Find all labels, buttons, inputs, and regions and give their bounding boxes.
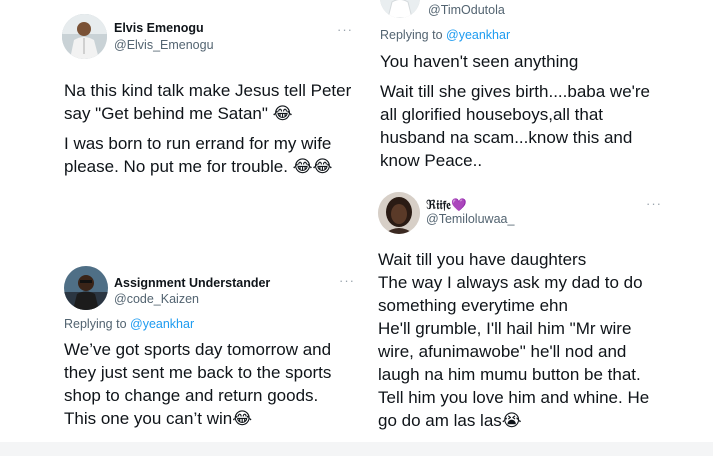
display-name[interactable]: ℜ𝔦𝔦𝔣𝔢💜 (426, 197, 467, 213)
avatar-photo-icon (62, 14, 107, 59)
replying-to: Replying to @yeankhar (64, 317, 194, 331)
more-options-icon[interactable]: ··· (337, 22, 353, 37)
display-name[interactable]: Assignment Understander (114, 276, 270, 290)
tweet-line: wire, afunimawobe" he'll nod and (378, 342, 627, 361)
tweet-text: We’ve got sports day tomorrow and they j… (64, 338, 354, 430)
tweet-line: Wait till you have daughters (378, 250, 587, 269)
tweet-line: He'll grumble, I'll hail him "Mr wire (378, 319, 632, 338)
tweet-text: Wait till you have daughters The way I a… (378, 248, 668, 432)
tweet-text: Na this kind talk make Jesus tell Peter … (64, 79, 359, 178)
replying-to-label: Replying to (380, 28, 447, 42)
tweet-line: go do am las las😭 (378, 411, 522, 430)
tweet-elvis[interactable]: Elvis Emenogu @Elvis_Emenogu ··· Na this… (52, 6, 362, 196)
tweet-tim[interactable]: @TimOdutola Replying to @yeankhar You ha… (368, 0, 668, 180)
display-name[interactable]: Elvis Emenogu (114, 21, 204, 35)
avatar[interactable] (64, 266, 108, 310)
user-handle[interactable]: @TimOdutola (428, 3, 505, 17)
user-handle[interactable]: @code_Kaizen (114, 292, 199, 306)
tweet-line: laugh na him mumu button be that. (378, 365, 641, 384)
avatar[interactable] (62, 14, 107, 59)
bottom-strip (0, 442, 713, 456)
mention-link[interactable]: @yeankhar (446, 28, 510, 42)
more-options-icon[interactable]: ··· (339, 273, 355, 288)
tweet-line: The way I always ask my dad to do (378, 273, 643, 292)
replying-to-label: Replying to (64, 317, 131, 331)
avatar[interactable] (378, 192, 420, 234)
tweet-line: something everytime ehn (378, 296, 568, 315)
tweet-paragraph: You haven't seen anything (380, 52, 579, 71)
tweet-paragraph: Wait till she gives birth....baba we're … (380, 82, 651, 170)
avatar-photo-icon (380, 0, 420, 18)
user-handle[interactable]: @Temiloluwaa_ (426, 212, 514, 226)
tweet-line: Tell him you love him and whine. He (378, 388, 650, 407)
tweet-paragraph: We’ve got sports day tomorrow and they j… (64, 340, 332, 428)
tweet-paragraph: I was born to run errand for my wife ple… (64, 134, 333, 176)
tweet-paragraph: Na this kind talk make Jesus tell Peter … (64, 81, 352, 123)
tweet-assignment[interactable]: Assignment Understander @code_Kaizen ···… (52, 258, 362, 440)
more-options-icon[interactable]: ··· (646, 196, 662, 211)
replying-to: Replying to @yeankhar (380, 28, 510, 42)
tweet-text: You haven't seen anything Wait till she … (380, 50, 666, 172)
avatar[interactable] (380, 0, 420, 18)
mention-link[interactable]: @yeankhar (130, 317, 194, 331)
user-handle[interactable]: @Elvis_Emenogu (114, 38, 214, 52)
avatar-photo-icon (378, 192, 420, 234)
tweet-riife[interactable]: ℜ𝔦𝔦𝔣𝔢💜 @Temiloluwaa_ ··· Wait till you h… (368, 185, 668, 440)
avatar-photo-icon (64, 266, 108, 310)
